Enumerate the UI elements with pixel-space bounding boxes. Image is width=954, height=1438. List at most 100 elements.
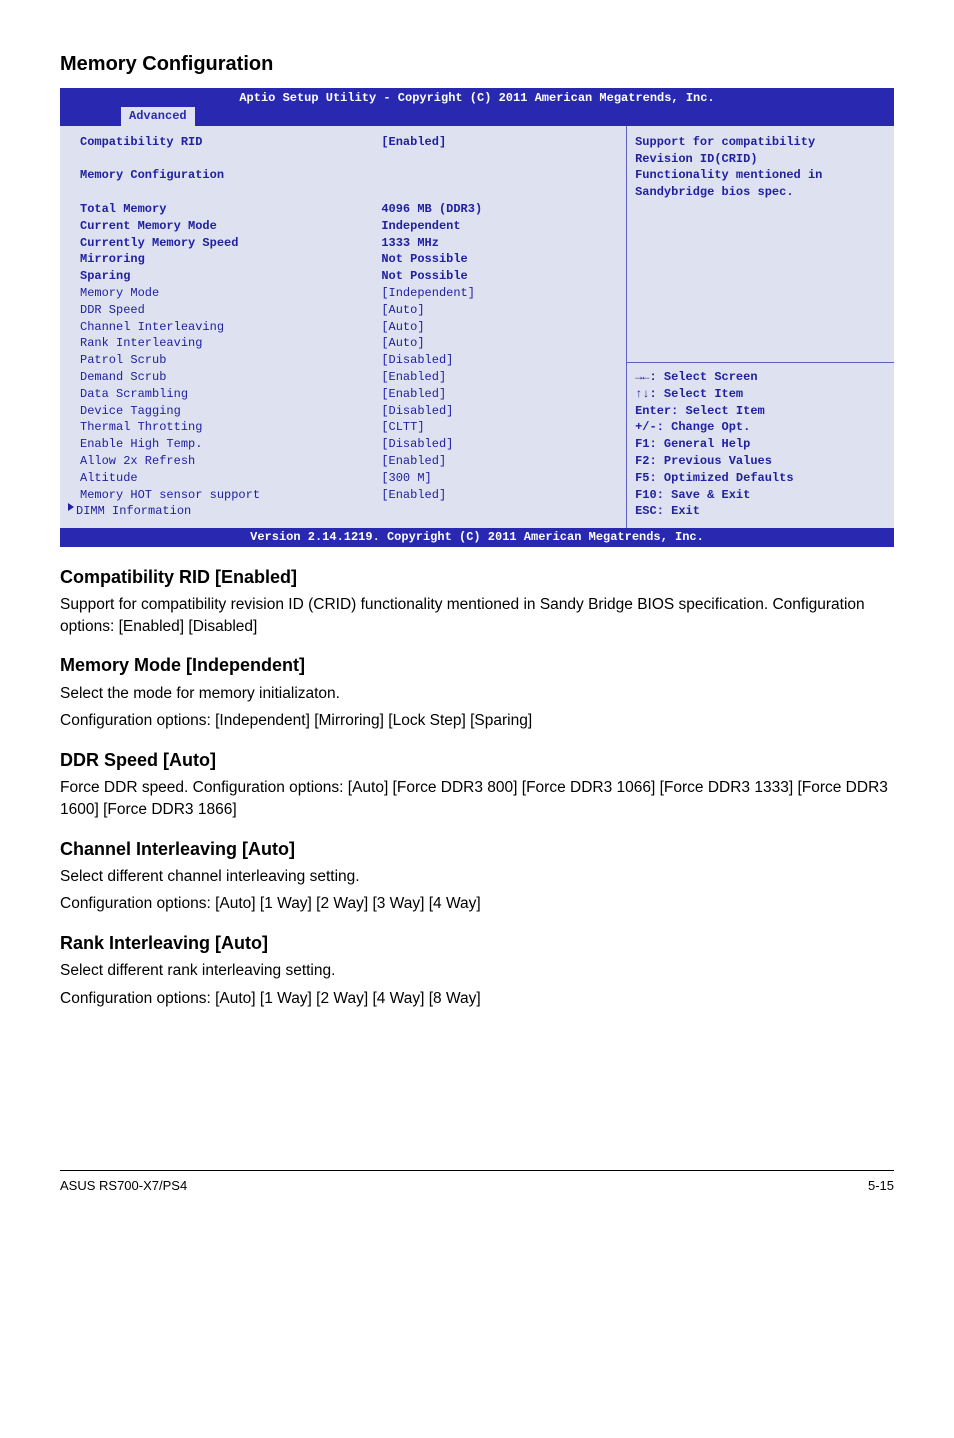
- bios-config-key: [80, 151, 381, 168]
- bios-config-key: Thermal Throtting: [80, 419, 381, 436]
- paragraph: Configuration options: [Auto] [1 Way] [2…: [60, 988, 894, 1010]
- subheading-compatibility-rid: Compatibility RID [Enabled]: [60, 565, 894, 590]
- bios-config-key: Enable High Temp.: [80, 436, 381, 453]
- bios-config-key: Data Scrambling: [80, 386, 381, 403]
- bios-config-row: Data Scrambling[Enabled]: [80, 386, 618, 403]
- bios-legend-line: ESC: Exit: [635, 503, 886, 520]
- bios-config-key: Altitude: [80, 470, 381, 487]
- paragraph: Select different channel interleaving se…: [60, 866, 894, 888]
- bios-config-value: [Enabled]: [381, 386, 618, 403]
- bios-config-row: Currently Memory Speed1333 MHz: [80, 235, 618, 252]
- subheading-ddr-speed: DDR Speed [Auto]: [60, 748, 894, 773]
- bios-config-row: Allow 2x Refresh[Enabled]: [80, 453, 618, 470]
- bios-title-bar: Aptio Setup Utility - Copyright (C) 2011…: [60, 88, 894, 107]
- bios-help-line: Sandybridge bios spec.: [635, 184, 886, 201]
- bios-config-value: [300 M]: [381, 470, 618, 487]
- bios-config-value: [Enabled]: [381, 453, 618, 470]
- bios-config-row: [80, 184, 618, 201]
- bios-config-row: Compatibility RID[Enabled]: [80, 134, 618, 151]
- bios-config-row: Current Memory ModeIndependent: [80, 218, 618, 235]
- bios-config-key: Memory Mode: [80, 285, 381, 302]
- paragraph: Select the mode for memory initializaton…: [60, 683, 894, 705]
- bios-tab-advanced: Advanced: [120, 106, 196, 126]
- bios-config-row: DDR Speed[Auto]: [80, 302, 618, 319]
- bios-legend-line: F1: General Help: [635, 436, 886, 453]
- footer-product: ASUS RS700-X7/PS4: [60, 1177, 187, 1195]
- bios-config-row: Altitude[300 M]: [80, 470, 618, 487]
- paragraph: Configuration options: [Independent] [Mi…: [60, 710, 894, 732]
- bios-config-value: [Disabled]: [381, 403, 618, 420]
- bios-help-line: Support for compatibility: [635, 134, 886, 151]
- bios-config-value: [CLTT]: [381, 419, 618, 436]
- bios-config-value: [Auto]: [381, 335, 618, 352]
- bios-config-value: [Disabled]: [381, 352, 618, 369]
- bios-config-row: Enable High Temp.[Disabled]: [80, 436, 618, 453]
- bios-config-key: Memory HOT sensor support: [80, 487, 381, 504]
- bios-legend-line: ↑↓: Select Item: [635, 386, 886, 403]
- paragraph: Support for compatibility revision ID (C…: [60, 594, 894, 637]
- triangle-right-icon: [68, 503, 74, 511]
- bios-config-row: Device Tagging[Disabled]: [80, 403, 618, 420]
- paragraph: Force DDR speed. Configuration options: …: [60, 777, 894, 820]
- bios-config-key: [80, 184, 381, 201]
- bios-config-row: Channel Interleaving[Auto]: [80, 319, 618, 336]
- bios-config-row: Memory HOT sensor support[Enabled]: [80, 487, 618, 504]
- bios-config-row: Memory Mode[Independent]: [80, 285, 618, 302]
- bios-config-key: Rank Interleaving: [80, 335, 381, 352]
- bios-config-key: Demand Scrub: [80, 369, 381, 386]
- bios-submenu-dimm-information: DIMM Information: [68, 503, 618, 520]
- bios-legend-line: Enter: Select Item: [635, 403, 886, 420]
- bios-config-key: Compatibility RID: [80, 134, 381, 151]
- bios-config-key: Channel Interleaving: [80, 319, 381, 336]
- bios-config-key: Device Tagging: [80, 403, 381, 420]
- bios-config-key: DDR Speed: [80, 302, 381, 319]
- bios-config-row: Rank Interleaving[Auto]: [80, 335, 618, 352]
- bios-legend-line: F5: Optimized Defaults: [635, 470, 886, 487]
- bios-screenshot: Aptio Setup Utility - Copyright (C) 2011…: [60, 88, 894, 547]
- bios-config-row: Memory Configuration: [80, 167, 618, 184]
- bios-config-key: Patrol Scrub: [80, 352, 381, 369]
- paragraph: Select different rank interleaving setti…: [60, 960, 894, 982]
- bios-config-value: 4096 MB (DDR3): [381, 201, 618, 218]
- bios-config-value: Not Possible: [381, 268, 618, 285]
- subheading-memory-mode: Memory Mode [Independent]: [60, 653, 894, 678]
- bios-config-row: Patrol Scrub[Disabled]: [80, 352, 618, 369]
- page-footer: ASUS RS700-X7/PS4 5-15: [60, 1170, 894, 1195]
- bios-legend-line: +/-: Change Opt.: [635, 419, 886, 436]
- section-heading: Memory Configuration: [60, 50, 894, 78]
- bios-config-value: [Enabled]: [381, 487, 618, 504]
- bios-config-key: Memory Configuration: [80, 167, 381, 184]
- bios-legend-line: →←: Select Screen: [635, 369, 886, 386]
- bios-config-value: [Independent]: [381, 285, 618, 302]
- bios-config-value: [Enabled]: [381, 134, 618, 151]
- bios-version-bar: Version 2.14.1219. Copyright (C) 2011 Am…: [60, 528, 894, 547]
- bios-config-value: [381, 151, 618, 168]
- bios-config-row: Demand Scrub[Enabled]: [80, 369, 618, 386]
- bios-config-key: Total Memory: [80, 201, 381, 218]
- bios-config-value: [Disabled]: [381, 436, 618, 453]
- bios-tab-row: Advanced: [60, 107, 894, 125]
- bios-config-key: Sparing: [80, 268, 381, 285]
- bios-submenu-label: DIMM Information: [76, 503, 191, 520]
- bios-config-value: 1333 MHz: [381, 235, 618, 252]
- bios-help-line: Revision ID(CRID): [635, 151, 886, 168]
- paragraph: Configuration options: [Auto] [1 Way] [2…: [60, 893, 894, 915]
- bios-config-key: Allow 2x Refresh: [80, 453, 381, 470]
- bios-right-pane: Support for compatibility Revision ID(CR…: [627, 126, 894, 528]
- bios-config-value: Not Possible: [381, 251, 618, 268]
- bios-legend-line: F2: Previous Values: [635, 453, 886, 470]
- bios-help-line: Functionality mentioned in: [635, 167, 886, 184]
- bios-config-value: [381, 184, 618, 201]
- bios-config-row: [80, 151, 618, 168]
- bios-config-row: MirroringNot Possible: [80, 251, 618, 268]
- footer-page-number: 5-15: [868, 1177, 894, 1195]
- bios-config-row: Thermal Throtting[CLTT]: [80, 419, 618, 436]
- bios-config-value: [Auto]: [381, 302, 618, 319]
- subheading-channel-interleaving: Channel Interleaving [Auto]: [60, 837, 894, 862]
- bios-config-value: [Enabled]: [381, 369, 618, 386]
- bios-config-key: Current Memory Mode: [80, 218, 381, 235]
- bios-left-pane: Compatibility RID[Enabled] Memory Config…: [60, 126, 627, 528]
- bios-config-row: SparingNot Possible: [80, 268, 618, 285]
- bios-config-row: Total Memory4096 MB (DDR3): [80, 201, 618, 218]
- bios-legend-line: F10: Save & Exit: [635, 487, 886, 504]
